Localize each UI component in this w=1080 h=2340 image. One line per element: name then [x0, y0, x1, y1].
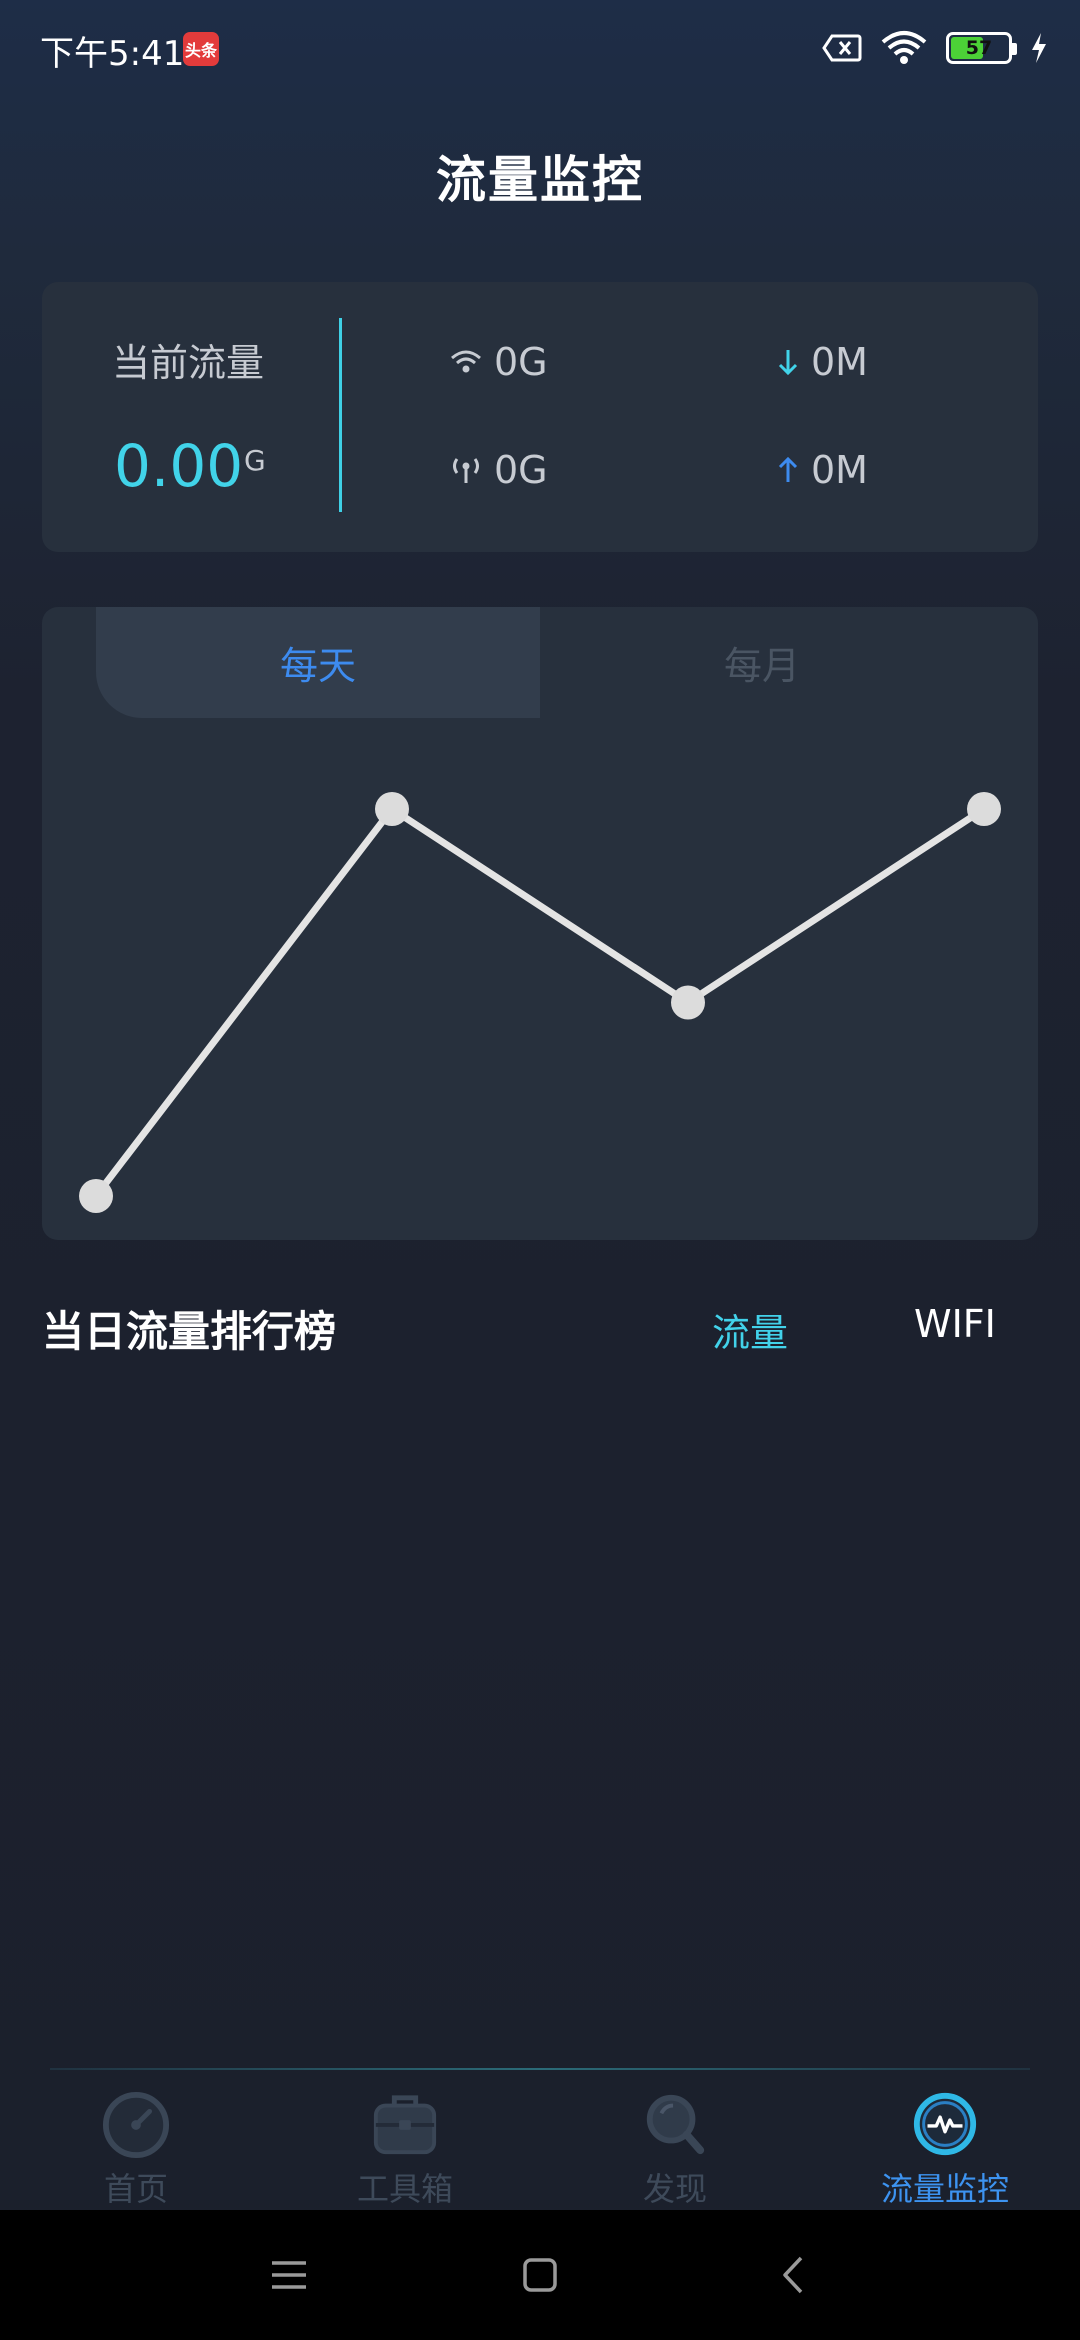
ranking-title: 当日流量排行榜 — [42, 1307, 337, 1356]
nav-item-discover[interactable]: 发现 — [575, 2080, 775, 2210]
wifi-usage: 0G — [450, 340, 548, 384]
antenna-icon — [453, 458, 479, 483]
nav-divider — [50, 2068, 1030, 2070]
speedometer-icon — [102, 2091, 170, 2158]
upload-value: 0M — [811, 448, 868, 492]
nav-label-toolbox: 工具箱 — [356, 2170, 453, 2208]
page-title: 流量监控 — [436, 151, 644, 209]
nav-item-traffic-monitor[interactable]: 流量监控 — [845, 2080, 1045, 2210]
back-icon[interactable] — [770, 2250, 820, 2300]
chart-series-line — [93, 805, 986, 1199]
wifi-usage-value: 0G — [494, 340, 548, 384]
home-icon[interactable] — [515, 2250, 565, 2300]
current-traffic-unit: G — [244, 444, 266, 477]
divider — [339, 318, 342, 512]
pulse-monitor-icon — [913, 2092, 977, 2156]
toolbox-icon — [373, 2095, 437, 2155]
charging-bolt-icon — [1032, 33, 1046, 63]
current-traffic-value: 0.00 — [114, 432, 244, 500]
battery-icon: 57 — [946, 32, 1017, 64]
chart-point-1 — [79, 1179, 113, 1213]
bottom-nav: 首页 工具箱 发现 流量监控 — [0, 2080, 1080, 2210]
nav-label-home: 首页 — [103, 2170, 168, 2208]
app-notification-badge: 头条 — [183, 32, 219, 66]
download-arrow-icon — [778, 350, 798, 376]
mobile-usage-value: 0G — [494, 448, 548, 492]
search-icon — [646, 2094, 705, 2155]
nav-label-traffic-monitor: 流量监控 — [880, 2170, 1009, 2208]
system-nav-bar — [0, 2210, 1080, 2340]
status-time: 下午5:41 — [40, 34, 185, 74]
current-traffic-label: 当前流量 — [112, 341, 265, 385]
status-bar: 下午5:41 头条 57 — [0, 0, 1080, 96]
ranking-tab-wifi[interactable]: WIFI — [914, 1302, 996, 1346]
traffic-chart-card: 每天 每月 — [42, 607, 1038, 1240]
traffic-line-chart — [79, 792, 1001, 1213]
upload-arrow-icon — [778, 456, 798, 482]
menu-icon[interactable] — [264, 2250, 314, 2300]
mobile-usage: 0G — [450, 448, 548, 492]
nav-label-discover: 发现 — [642, 2170, 707, 2208]
status-icons: 57 — [822, 28, 1048, 68]
chart-point-4 — [967, 792, 1001, 826]
battery-level: 57 — [965, 37, 993, 59]
upload-usage: 0M — [777, 448, 868, 492]
chart-point-3 — [671, 985, 705, 1020]
download-usage: 0M — [777, 340, 868, 384]
download-value: 0M — [811, 340, 868, 384]
nav-item-toolbox[interactable]: 工具箱 — [305, 2080, 505, 2210]
chart-point-2 — [375, 792, 409, 826]
wifi-icon — [451, 350, 481, 373]
wifi-icon — [881, 31, 927, 64]
no-sim-icon — [822, 34, 862, 62]
ranking-tab-traffic[interactable]: 流量 — [712, 1302, 788, 1357]
battery-tip — [1012, 43, 1017, 55]
current-traffic-card: 当前流量 0.00 G 0G 0G 0M 0M — [42, 282, 1038, 552]
nav-item-home[interactable]: 首页 — [36, 2080, 236, 2210]
